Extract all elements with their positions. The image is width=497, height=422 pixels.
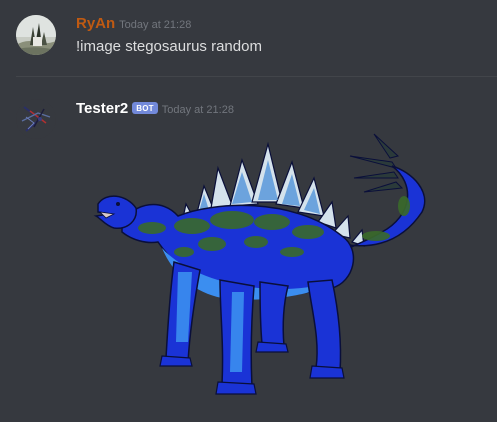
user-avatar[interactable] bbox=[16, 15, 56, 55]
eye bbox=[116, 202, 120, 206]
image-attachment[interactable] bbox=[92, 132, 454, 398]
timestamp: Today at 21:28 bbox=[119, 19, 192, 31]
author-name[interactable]: Tester2 bbox=[76, 100, 128, 117]
message-header: RyAn Today at 21:28 bbox=[76, 15, 191, 33]
message-content: !image stegosaurus random bbox=[76, 38, 262, 55]
author-name[interactable]: RyAn bbox=[76, 15, 115, 32]
tail-spikes bbox=[349, 133, 404, 193]
message-ryan: RyAn Today at 21:28 !image stegosaurus ra… bbox=[0, 0, 497, 76]
landscape-avatar-icon bbox=[16, 15, 56, 55]
bot-avatar[interactable] bbox=[16, 99, 56, 139]
bot-avatar-icon bbox=[16, 99, 56, 139]
message-header: Tester2 BOT Today at 21:28 bbox=[76, 100, 234, 118]
timestamp: Today at 21:28 bbox=[161, 104, 234, 116]
bot-badge: BOT bbox=[132, 102, 158, 114]
stegosaurus-image bbox=[93, 133, 426, 395]
